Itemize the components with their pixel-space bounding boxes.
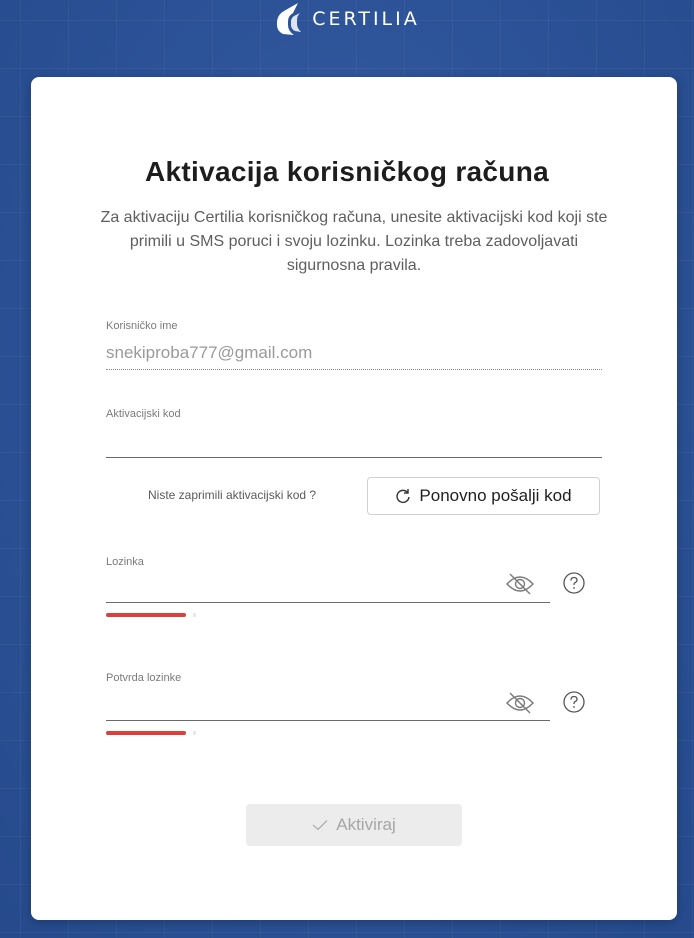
check-icon	[312, 820, 328, 831]
password-confirm-strength-bar	[106, 731, 186, 735]
activation-code-input[interactable]	[106, 430, 606, 458]
password-input[interactable]	[106, 575, 500, 603]
password-strength-track	[193, 613, 196, 617]
activation-code-underline	[106, 457, 602, 458]
resend-prompt: Niste zaprimili aktivacijski kod ?	[148, 488, 317, 502]
eye-off-icon[interactable]	[503, 691, 537, 715]
eye-off-icon[interactable]	[503, 572, 537, 596]
username-value: snekiproba777@gmail.com	[106, 343, 313, 362]
activate-label: Aktiviraj	[336, 815, 396, 834]
password-label: Lozinka	[106, 556, 144, 568]
resend-code-button[interactable]: Ponovno pošalji kod	[367, 477, 600, 515]
password-confirm-label: Potvrda lozinke	[106, 672, 182, 684]
password-strength-bar	[106, 613, 186, 617]
password-confirm-underline	[106, 720, 550, 721]
password-underline	[106, 602, 550, 603]
username-divider	[106, 369, 602, 370]
page-subtitle: Za aktivaciju Certilia korisničkog račun…	[100, 209, 608, 274]
brand-name: CERTILIA	[312, 8, 420, 30]
header: CERTILIA	[0, 0, 694, 76]
refresh-icon	[396, 489, 411, 503]
resend-code-label: Ponovno pošalji kod	[419, 486, 572, 505]
brand-logo: CERTILIA	[274, 1, 420, 37]
username-label: Korisničko ime	[106, 320, 178, 332]
page-title: Aktivacija korisničkog računa	[145, 156, 549, 187]
activate-button[interactable]: Aktiviraj	[246, 804, 462, 846]
password-confirm-input[interactable]	[106, 693, 500, 721]
activation-code-label: Aktivacijski kod	[106, 408, 181, 420]
question-circle-icon[interactable]	[563, 572, 585, 594]
question-circle-icon[interactable]	[563, 691, 585, 713]
password-confirm-strength-track	[193, 731, 196, 735]
certilia-logo-icon	[277, 3, 302, 35]
